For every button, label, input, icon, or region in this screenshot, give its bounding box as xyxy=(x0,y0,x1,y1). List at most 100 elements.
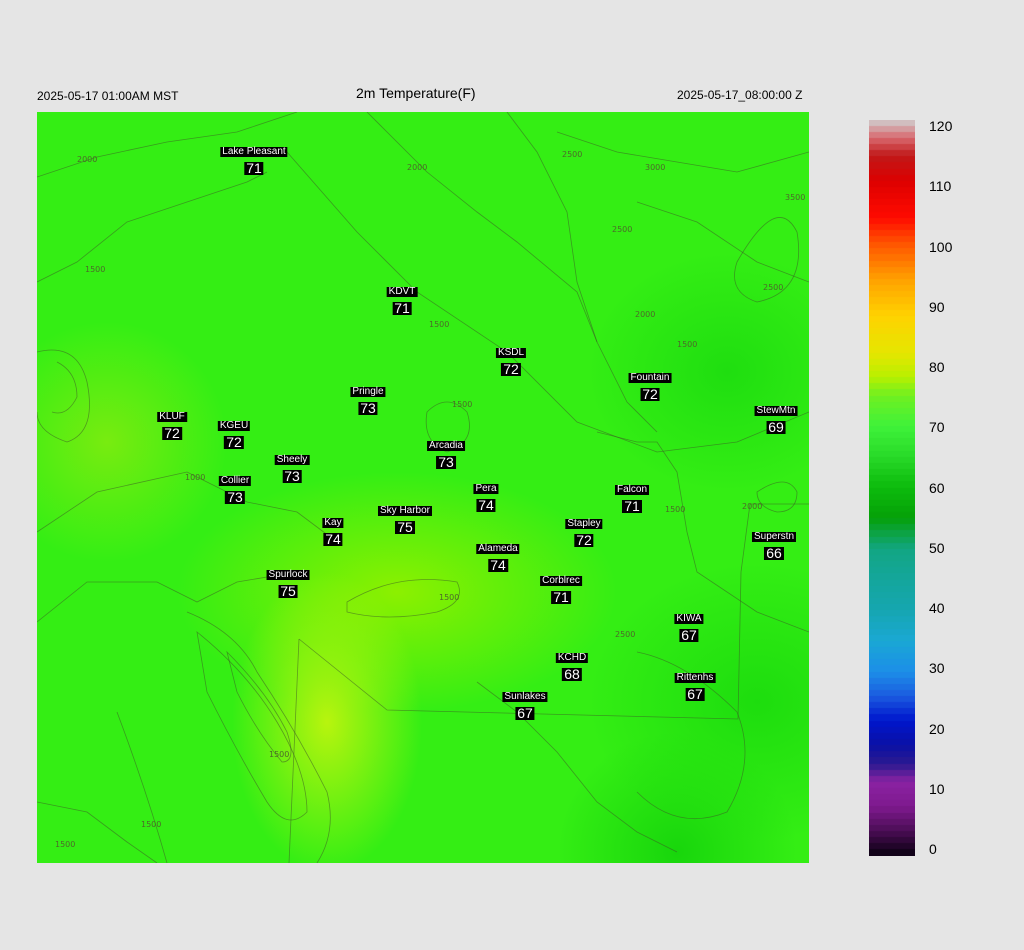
station-ksdl: KSDL 72 xyxy=(495,342,527,376)
station-name-label: Sky Harbor xyxy=(377,505,433,516)
station-name-label: Corblrec xyxy=(540,575,582,586)
station-temp-value: 71 xyxy=(392,300,412,316)
contour-label: 2500 xyxy=(763,283,783,292)
station-corblrec: Corblrec 71 xyxy=(540,570,582,604)
station-temp-value: 73 xyxy=(282,468,302,484)
station-name-label: Arcadia xyxy=(427,440,465,451)
station-kay: Kay 74 xyxy=(322,512,344,547)
temperature-map: 2000 2000 2500 3000 3500 2500 2500 2000 1500 1500… xyxy=(37,112,809,863)
station-pringle: Pringle 73 xyxy=(350,381,386,416)
station-temp-value: 73 xyxy=(225,489,245,505)
station-temp-value: 75 xyxy=(278,583,298,599)
station-temp-value: 73 xyxy=(358,400,378,416)
station-temp-value: 71 xyxy=(244,160,264,176)
contour-line xyxy=(37,349,90,443)
contour-line xyxy=(37,171,268,283)
station-falcon: Falcon 71 xyxy=(614,479,650,514)
station-kdvt: KDVT 71 xyxy=(386,281,418,316)
station-name-label: Sunlakes xyxy=(502,691,548,702)
station-kgeu: KGEU 72 xyxy=(217,415,251,450)
station-rittenhs: Rittenhs 67 xyxy=(674,667,716,702)
station-sheely: Sheely 73 xyxy=(274,449,310,484)
station-temp-value: 75 xyxy=(395,519,415,535)
contour-label: 1500 xyxy=(452,400,472,409)
station-name-label: Lake Pleasant xyxy=(220,146,288,157)
station-pera: Pera 74 xyxy=(473,478,499,513)
colorbar-tick-label: 20 xyxy=(929,720,945,737)
station-name-label: KGEU xyxy=(217,420,251,431)
contour-label: 3000 xyxy=(645,163,665,172)
contour-label: 1500 xyxy=(269,750,289,759)
station-temp-value: 68 xyxy=(562,666,582,682)
station-fountain: Fountain 72 xyxy=(628,367,672,402)
contour-label: 1500 xyxy=(439,593,459,602)
station-temp-value: 67 xyxy=(685,686,705,702)
temperature-colorbar xyxy=(869,120,915,856)
station-temp-value: 72 xyxy=(640,386,660,402)
contour-label: 2000 xyxy=(77,155,97,164)
contour-label: 2000 xyxy=(635,310,655,319)
contour-label: 1500 xyxy=(677,340,697,349)
contour-label: 1500 xyxy=(429,320,449,329)
contour-label: 2000 xyxy=(742,502,762,511)
contour-line xyxy=(556,131,809,173)
contour-label: 1500 xyxy=(665,505,685,514)
local-time-label: 2025-05-17 01:00AM MST xyxy=(37,89,179,103)
station-name-label: Fountain xyxy=(628,372,672,383)
station-temp-value: 69 xyxy=(766,419,786,435)
station-spurlock: Spurlock 75 xyxy=(266,564,310,599)
station-temp-value: 72 xyxy=(224,434,244,450)
colorbar-tick-label: 60 xyxy=(929,479,945,496)
utc-time-label: 2025-05-17_08:00:00 Z xyxy=(677,88,803,102)
colorbar-tick-label: 120 xyxy=(929,118,953,134)
contour-label: 1500 xyxy=(85,265,105,274)
station-name-label: KDVT xyxy=(386,286,418,297)
colorbar-tick-label: 50 xyxy=(929,539,945,556)
map-title: 2m Temperature(F) xyxy=(356,85,476,101)
station-stewmtn: StewMtn 69 xyxy=(754,400,798,435)
station-temp-value: 71 xyxy=(622,498,642,514)
colorbar-tick-label: 0 xyxy=(929,841,937,857)
station-temp-value: 66 xyxy=(764,545,784,561)
station-name-label: Pringle xyxy=(350,386,386,397)
contour-line xyxy=(756,481,798,513)
station-lake-pleasant: Lake Pleasant 71 xyxy=(220,141,288,176)
colorbar-tick-label: 10 xyxy=(929,780,945,797)
station-temp-value: 74 xyxy=(323,531,343,547)
station-kiwa: KIWA 67 xyxy=(674,608,704,642)
colorbar-tick-label: 70 xyxy=(929,419,945,436)
station-temp-value: 72 xyxy=(574,532,594,548)
station-alameda: Alameda 74 xyxy=(476,538,520,572)
station-temp-value: 71 xyxy=(551,589,571,605)
colorbar-tick-label: 90 xyxy=(929,298,945,315)
station-name-label: Collier xyxy=(218,475,252,486)
contour-line xyxy=(37,571,298,623)
station-name-label: Sheely xyxy=(274,454,310,465)
colorbar-tick-label: 30 xyxy=(929,660,945,677)
boundary-line xyxy=(288,638,300,863)
station-sky-harbor: Sky Harbor 75 xyxy=(377,500,433,535)
station-name-label: Superstn xyxy=(751,531,797,542)
station-name-label: KIWA xyxy=(674,613,704,624)
contour-label: 3500 xyxy=(785,193,805,202)
colorbar-tick-label: 40 xyxy=(929,600,945,616)
contour-line xyxy=(636,201,809,283)
contour-label: 2500 xyxy=(612,225,632,234)
station-name-label: KLUF xyxy=(157,411,187,422)
contour-line xyxy=(366,112,658,433)
contour-line xyxy=(186,611,331,863)
station-name-label: KCHD xyxy=(555,652,589,663)
station-collier: Collier 73 xyxy=(218,470,252,505)
contour-label: 2500 xyxy=(615,630,635,639)
station-name-label: Kay xyxy=(322,517,344,528)
station-name-label: Stapley xyxy=(565,518,603,529)
contour-label: 2000 xyxy=(407,163,427,172)
station-stapley: Stapley 72 xyxy=(565,513,603,548)
station-kluf: KLUF 72 xyxy=(157,406,187,440)
terrain-contours: 2000 2000 2500 3000 3500 2500 2500 2000 1500 1500… xyxy=(37,112,809,863)
station-arcadia: Arcadia 73 xyxy=(427,435,465,469)
station-name-label: KSDL xyxy=(495,347,527,358)
station-kchd: KCHD 68 xyxy=(555,647,589,682)
station-temp-value: 74 xyxy=(476,497,496,513)
station-superstn: Superstn 66 xyxy=(751,526,797,561)
